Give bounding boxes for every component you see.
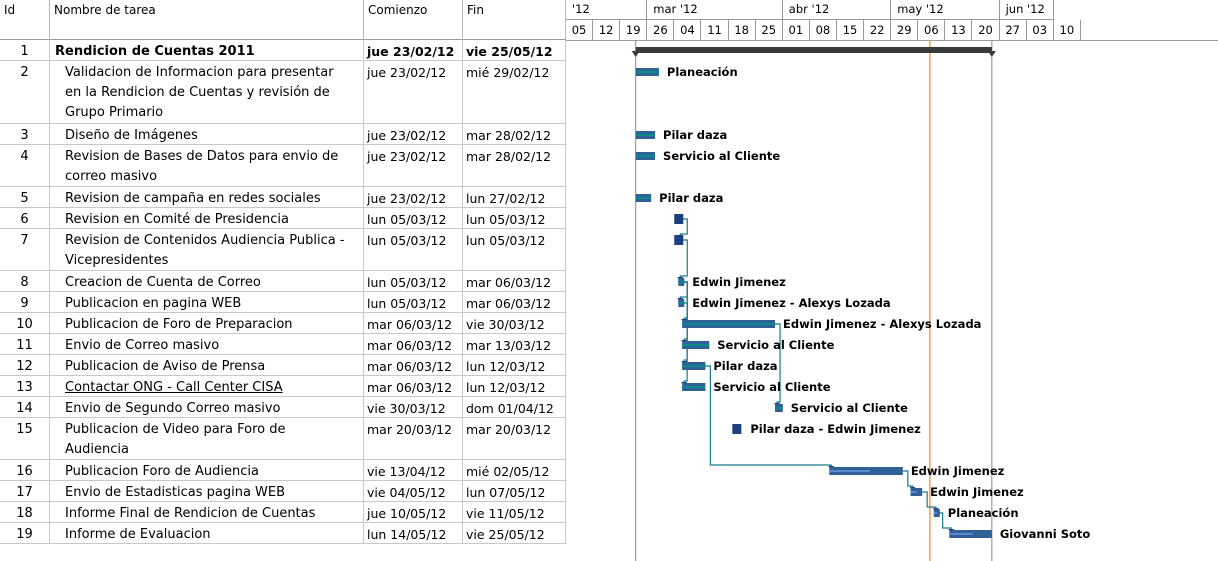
gantt-chart-area: Planeación Pilar daza Servicio al Cliente P… xyxy=(631,40,1091,561)
task-resource-label: Pilar daza xyxy=(713,359,777,373)
task-bar-progress xyxy=(682,344,710,346)
task-bar-progress xyxy=(682,323,776,325)
task-resource-label: Edwin Jimenez xyxy=(911,464,1005,478)
task-resource-label: Servicio al Cliente xyxy=(717,338,834,352)
task-resource-label: Edwin Jimenez - Alexys Lozada xyxy=(783,317,981,331)
task-resource-label: Edwin Jimenez xyxy=(930,485,1024,499)
task-bar-progress xyxy=(829,470,870,472)
summary-bar-end-cap xyxy=(987,51,996,57)
task-bar-progress xyxy=(775,407,783,409)
task-bar-progress xyxy=(682,386,706,388)
task-resource-label: Pilar daza xyxy=(659,191,723,205)
task-bar-progress xyxy=(678,302,685,304)
task-resource-label: Giovanni Soto xyxy=(1000,527,1091,541)
task-bar-progress xyxy=(933,512,938,514)
task-resource-label: Edwin Jimenez xyxy=(692,275,786,289)
task-resource-label: Pilar daza xyxy=(663,128,727,142)
task-bar-progress xyxy=(910,491,917,493)
task-resource-label: Servicio al Cliente xyxy=(663,149,780,163)
task-bar-progress xyxy=(949,533,973,535)
task-resource-label: Edwin Jimenez - Alexys Lozada xyxy=(692,296,890,310)
task-bar-progress xyxy=(682,365,706,367)
task-bar-progress xyxy=(635,197,652,199)
task-bar-progress xyxy=(635,155,656,157)
milestone-marker xyxy=(674,214,684,224)
milestone-marker xyxy=(674,235,684,245)
task-resource-label: Servicio al Cliente xyxy=(791,401,908,415)
summary-bar xyxy=(635,47,992,53)
dependency-arrow xyxy=(679,239,688,279)
task-resource-label: Pilar daza - Edwin Jimenez xyxy=(750,422,921,436)
task-resource-label: Planeación xyxy=(948,506,1019,520)
gantt-chart-view: Id Nombre de tarea Comienzo Fin 1 Rendici… xyxy=(0,0,1218,561)
task-resource-label: Planeación xyxy=(667,65,738,79)
task-bar-progress xyxy=(635,134,656,136)
summary-bar-start-cap xyxy=(631,51,640,57)
dependency-arrow xyxy=(682,281,688,342)
task-bar-progress xyxy=(678,281,685,283)
milestone-marker xyxy=(732,424,742,434)
task-bar-progress xyxy=(635,71,659,73)
task-resource-label: Servicio al Cliente xyxy=(713,380,830,394)
